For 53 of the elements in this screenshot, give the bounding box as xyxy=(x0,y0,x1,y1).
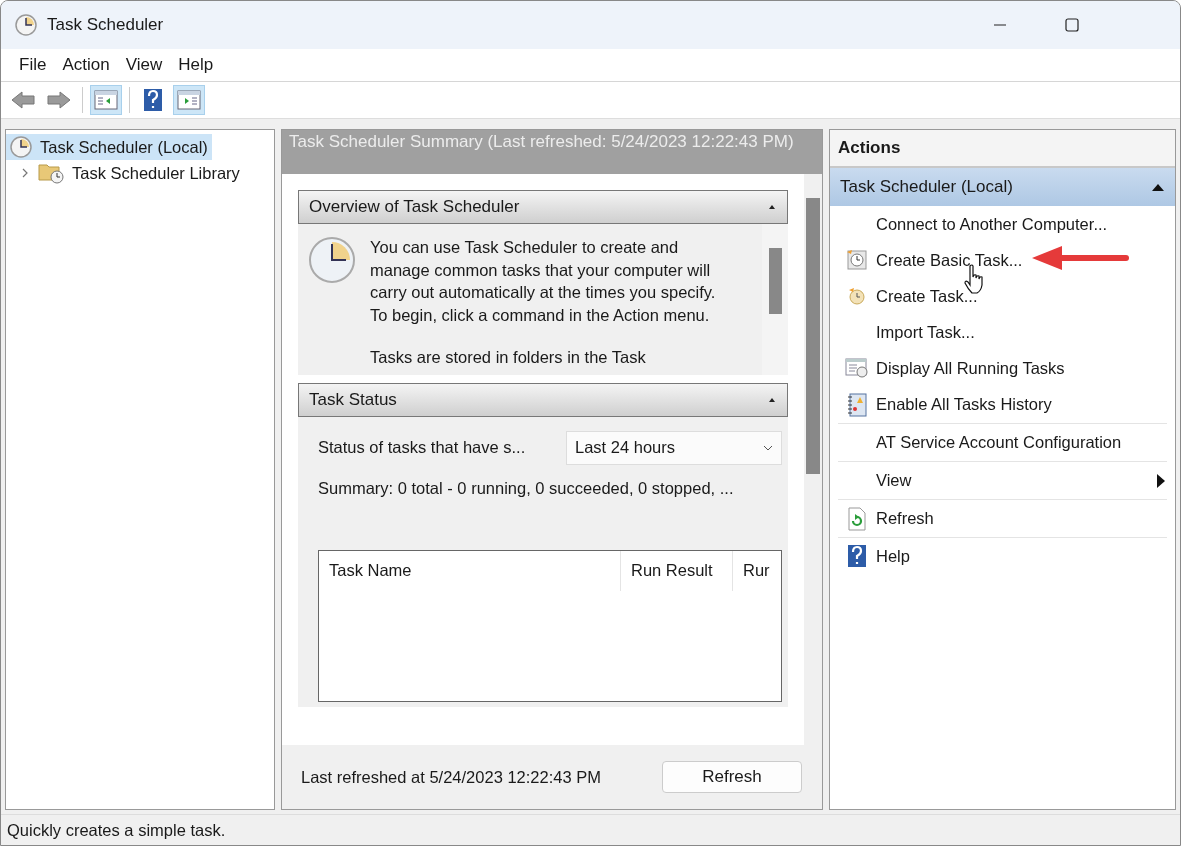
command-link[interactable]: AT Service Account Configuration xyxy=(838,424,1167,462)
command-link[interactable]: Connect to Another Computer... xyxy=(838,206,1167,242)
submenu-arrow-icon xyxy=(1157,473,1165,488)
column-header[interactable]: Task Name xyxy=(319,550,621,591)
column-header[interactable]: Rur xyxy=(733,550,780,591)
tree-item[interactable]: Task Scheduler (Local) xyxy=(6,134,212,160)
tree-item[interactable]: Task Scheduler Library xyxy=(6,160,244,186)
command-link[interactable]: Create Basic Task... xyxy=(838,242,1167,278)
actions-title: Actions xyxy=(830,130,1175,168)
command-link[interactable]: Help xyxy=(838,538,1167,574)
collapse-triangle-icon[interactable] xyxy=(1151,183,1165,191)
command-link[interactable]: Display All Running Tasks xyxy=(838,350,1167,386)
status-text: Quickly creates a simple task. xyxy=(7,820,226,840)
chevron-down-icon xyxy=(763,444,773,451)
notebook-icon xyxy=(847,392,867,417)
menu-item[interactable]: Action xyxy=(54,51,118,79)
command-link[interactable]: Refresh xyxy=(838,500,1167,538)
clock-icon xyxy=(10,136,32,158)
summary-header: Task Scheduler Summary (Last refreshed: 5/24/2023 12:22:43 PM) xyxy=(282,130,822,174)
clock-icon xyxy=(308,236,356,284)
column-header[interactable]: Run Result xyxy=(621,550,733,591)
list-clock-icon xyxy=(845,358,869,378)
menu-item[interactable]: File xyxy=(11,51,55,79)
command-link[interactable]: Enable All Tasks History xyxy=(838,386,1167,424)
folder-clock-icon xyxy=(38,162,64,184)
refresh-button[interactable]: Refresh xyxy=(662,761,802,793)
scrollbar-thumb[interactable] xyxy=(769,248,782,314)
refresh-icon xyxy=(847,506,867,531)
help-icon xyxy=(847,544,867,568)
chevron-icon[interactable] xyxy=(20,167,30,179)
clock-icon xyxy=(15,14,37,36)
section-header[interactable]: Task Status xyxy=(298,382,788,417)
menu-item[interactable]: View xyxy=(117,51,171,79)
menu-item[interactable]: Help xyxy=(170,51,222,79)
scrollbar-thumb[interactable] xyxy=(806,198,820,474)
collapse-triangle-icon[interactable] xyxy=(767,203,777,211)
window-title: Task Scheduler xyxy=(47,15,164,35)
command-link[interactable]: View xyxy=(838,462,1167,500)
period-dropdown[interactable]: Last 24 hours xyxy=(566,430,782,465)
maximize-icon[interactable] xyxy=(1064,17,1080,33)
filter-label: Status of tasks that have s... xyxy=(318,438,526,457)
clock-icon xyxy=(846,249,868,271)
command-link[interactable]: Create Task... xyxy=(838,278,1167,314)
section-header[interactable]: Overview of Task Scheduler xyxy=(298,190,788,224)
command-link[interactable]: Import Task... xyxy=(838,314,1167,350)
pane-toggle-button[interactable] xyxy=(173,85,205,115)
actions-group-header[interactable]: Task Scheduler (Local) xyxy=(830,168,1175,206)
last-refreshed-text: Last refreshed at 5/24/2023 12:22:43 PM xyxy=(301,767,601,787)
summary-text: Summary: 0 total - 0 running, 0 succeeded, 0 stopped, ... xyxy=(318,478,735,498)
overview-text: Tasks are stored in folders in the Task xyxy=(370,347,647,368)
pane-toggle-button[interactable] xyxy=(90,85,122,115)
clock-icon xyxy=(847,286,867,306)
overview-text: You can use Task Scheduler to create and manage common tasks that your computer will carry out automatically at the times you specify. To begin, click a command in the Action menu. xyxy=(370,237,717,326)
